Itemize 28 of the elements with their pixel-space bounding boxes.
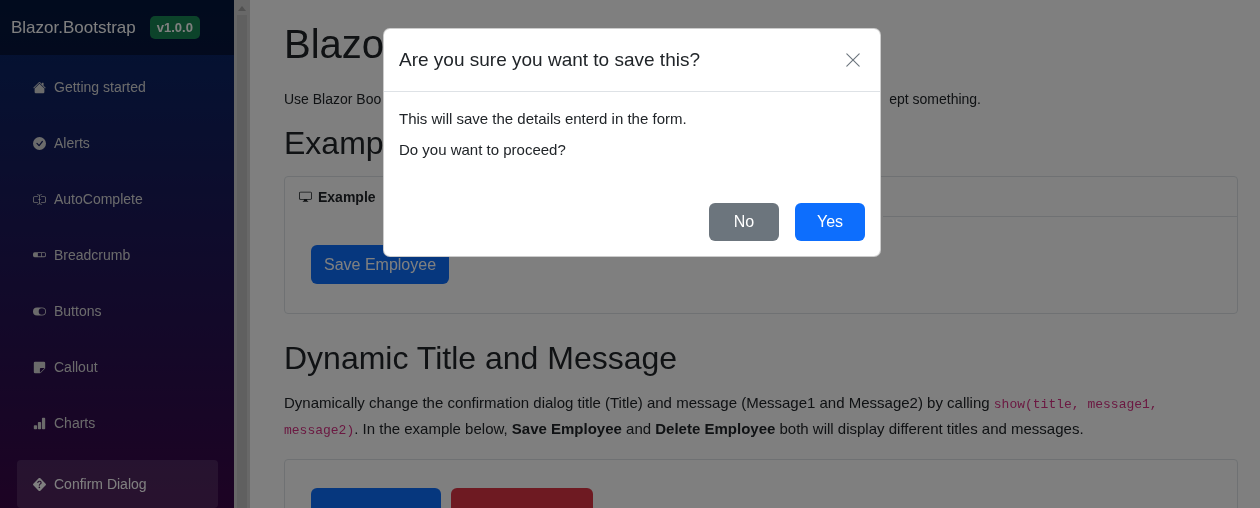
- intro-text: ept something.: [889, 91, 981, 107]
- text-cursor-icon: [33, 192, 46, 206]
- dialog-title: Are you sure you want to save this?: [399, 49, 700, 71]
- version-badge: v1.0.0: [149, 16, 200, 39]
- page-title: Blazo: [284, 22, 385, 67]
- nav-item[interactable]: Callout: [17, 348, 218, 386]
- nav-item[interactable]: Buttons: [17, 292, 218, 330]
- scrollbar[interactable]: [234, 0, 250, 508]
- nav-item[interactable]: Alerts: [17, 124, 218, 162]
- confirm-button[interactable]: Yes: [795, 203, 865, 241]
- nav-item[interactable]: AutoComplete: [17, 180, 218, 218]
- nav-item[interactable]: Charts: [17, 404, 218, 442]
- brand-name: Blazor.Bootstrap: [11, 17, 136, 38]
- sticky-note-icon: [33, 360, 46, 374]
- toggle-icon: [33, 304, 46, 318]
- nav-item[interactable]: Getting started: [17, 68, 218, 106]
- monitor-icon: [299, 190, 312, 203]
- description-paragraph: Dynamically change the confirmation dialog title (Title) and message (Message1 and Message2) by calling show(title, message1, message2). In the example below, Save Employee and Delete Employee both will display different titles and messages.: [284, 393, 1159, 440]
- question-diamond-icon: [33, 477, 46, 491]
- dialog-message: This will save the details enterd in the form.: [399, 110, 688, 127]
- section-heading: Dynamic Title and Message: [284, 340, 678, 377]
- cancel-button[interactable]: No: [709, 203, 779, 241]
- nav-item[interactable]: Breadcrumb: [17, 236, 218, 274]
- intro-text: Use Blazor Boo: [284, 91, 382, 107]
- dialog-message: Do you want to proceed?: [399, 141, 567, 158]
- home-icon: [33, 80, 46, 94]
- bar-chart-icon: [33, 416, 46, 430]
- example-tab[interactable]: Example: [318, 188, 376, 205]
